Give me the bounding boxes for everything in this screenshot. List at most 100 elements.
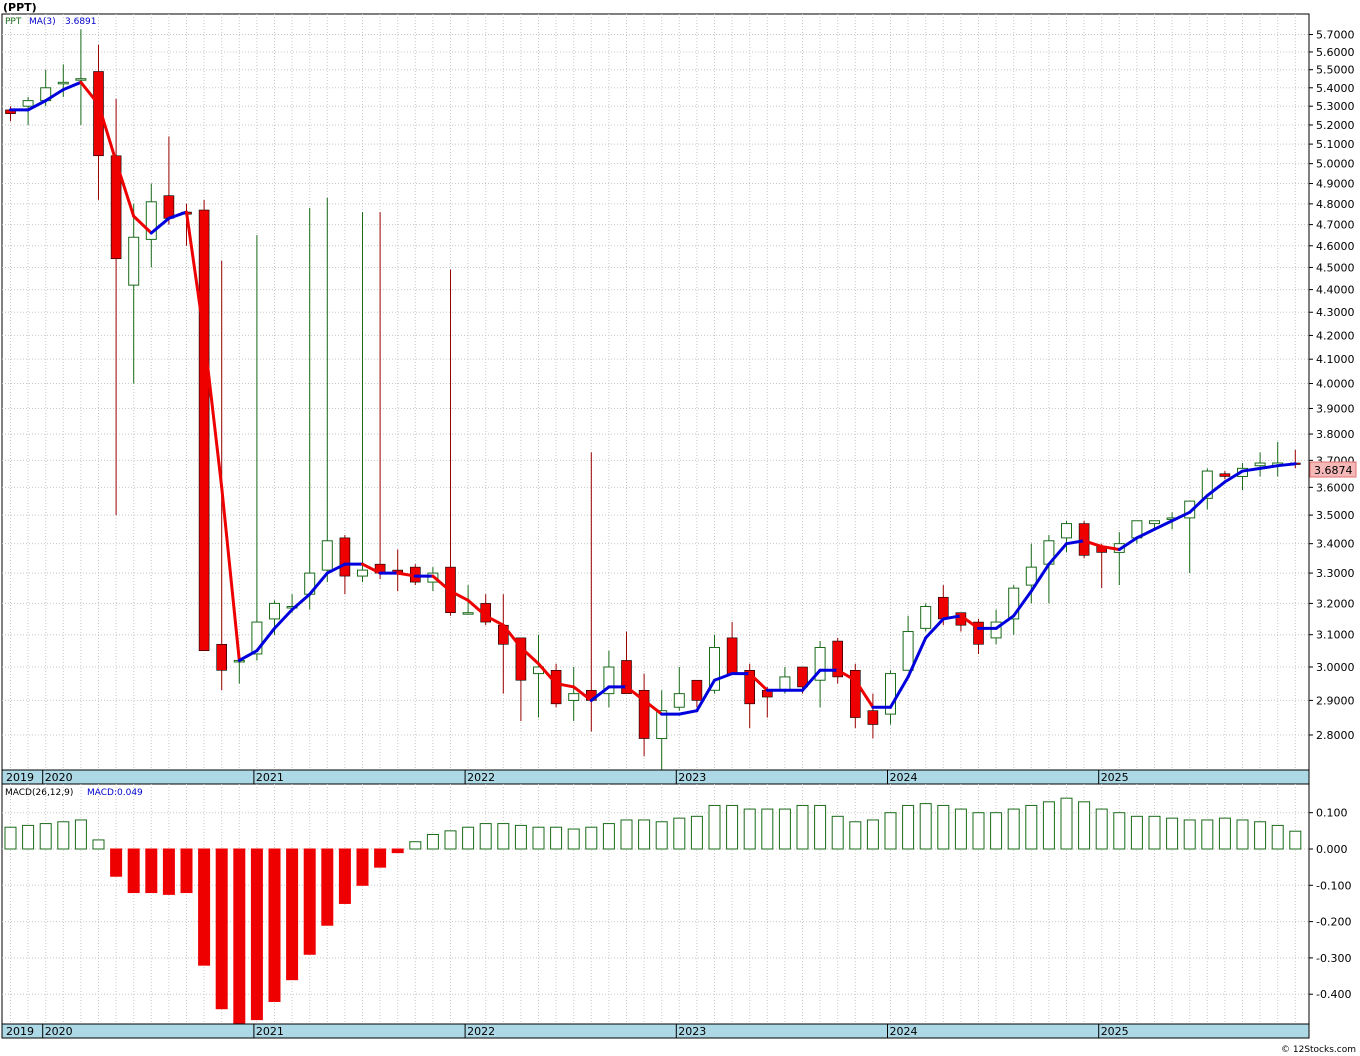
price-tick-label: 3.8000 (1316, 428, 1355, 441)
macd-tick-label: 0.100 (1316, 807, 1348, 820)
year-label: 2019 (6, 771, 34, 784)
macd-bar (268, 848, 281, 1002)
macd-bar (638, 819, 651, 850)
price-tick-label: 3.4000 (1316, 538, 1355, 551)
candle-body (779, 676, 791, 691)
last-price-label: 3.6874 (1314, 464, 1353, 477)
macd-bar (972, 812, 985, 850)
macd-bar (814, 804, 827, 850)
price-tick-label: 3.5000 (1316, 509, 1355, 522)
candle-body (691, 679, 703, 701)
macd-bar (990, 812, 1003, 850)
macd-bar (1025, 804, 1038, 850)
macd-bar (532, 826, 545, 850)
macd-bar (250, 848, 263, 1021)
macd-bar (796, 804, 809, 850)
macd-panel (1, 783, 1310, 1025)
legend-ma-label: MA(3) (29, 17, 56, 27)
candle-body (163, 195, 175, 219)
macd-bar (92, 839, 105, 850)
macd-legend-label: MACD(26,12,9) (5, 788, 73, 798)
year-label: 2024 (890, 1025, 918, 1038)
macd-bar (462, 826, 475, 850)
macd-bar (655, 821, 668, 850)
macd-tick-label: -0.200 (1316, 916, 1351, 929)
price-tick-label: 4.9000 (1316, 178, 1355, 191)
year-label: 2020 (45, 771, 73, 784)
price-tick-label: 4.5000 (1316, 261, 1355, 274)
macd-bar (550, 826, 563, 850)
candle-body (1149, 520, 1160, 525)
macd-tick-label: -0.400 (1316, 988, 1351, 1001)
price-tick-label: 5.3000 (1316, 100, 1355, 113)
price-tick-label: 3.2000 (1316, 597, 1355, 610)
price-tick-label: 3.6000 (1316, 481, 1355, 494)
candle-body (550, 670, 562, 705)
price-tick-label: 2.8000 (1316, 729, 1355, 742)
year-label: 2020 (45, 1025, 73, 1038)
macd-bar (4, 826, 17, 850)
macd-bar (1201, 819, 1214, 850)
price-legend: PPT MA(3) 3.6891 (5, 17, 97, 27)
macd-bar (198, 848, 211, 966)
macd-bar (902, 804, 915, 850)
price-tick-label: 4.3000 (1316, 306, 1355, 319)
macd-bar (110, 848, 123, 877)
price-tick-label: 4.8000 (1316, 198, 1355, 211)
macd-bar (1078, 801, 1091, 850)
macd-bar (409, 841, 422, 850)
year-label: 2022 (467, 771, 495, 784)
price-tick-label: 5.1000 (1316, 138, 1355, 151)
last-price-tag: 3.6874 (1309, 461, 1357, 478)
candle-body (1061, 523, 1072, 539)
macd-bar (1166, 817, 1179, 850)
candle-body (902, 631, 914, 671)
macd-bar (831, 815, 844, 850)
macd-tick-label: -0.300 (1316, 952, 1351, 965)
candle-body (57, 81, 69, 85)
macd-bar (39, 823, 52, 850)
macd-bar (1183, 819, 1196, 850)
price-tick-label: 5.5000 (1316, 64, 1355, 77)
year-label: 2025 (1101, 1025, 1129, 1038)
year-label: 2023 (678, 1025, 706, 1038)
price-tick-label: 5.0000 (1316, 158, 1355, 171)
price-tick-label: 4.2000 (1316, 329, 1355, 342)
macd-bar (567, 828, 580, 850)
candle-body (937, 596, 949, 620)
macd-bar (849, 821, 862, 850)
macd-bar (602, 823, 615, 850)
macd-bar (743, 808, 756, 850)
candle-body (1254, 462, 1266, 467)
macd-bar (391, 848, 404, 854)
candle-body (673, 693, 685, 708)
macd-tick-label: -0.100 (1316, 879, 1351, 892)
year-label: 2022 (467, 1025, 495, 1038)
macd-bar (145, 848, 158, 894)
macd-bar (1060, 797, 1073, 850)
macd-bar (514, 824, 527, 850)
candle-body (269, 602, 280, 620)
legend-ma-value: 3.6891 (65, 17, 97, 27)
candle-body (726, 637, 738, 674)
candle-body (216, 643, 227, 671)
macd-bar (1042, 801, 1055, 850)
macd-bar (444, 830, 457, 850)
macd-bar (286, 848, 299, 981)
macd-bar (937, 804, 950, 850)
price-tick-label: 3.1000 (1316, 629, 1355, 642)
macd-bar (954, 808, 967, 850)
price-tick-label: 4.0000 (1316, 378, 1355, 391)
macd-bar (321, 848, 334, 926)
ma-segment (1276, 462, 1297, 468)
macd-bar (620, 819, 633, 850)
price-tick-label: 5.7000 (1316, 29, 1355, 42)
macd-bar (127, 848, 140, 894)
macd-bar (338, 848, 351, 904)
candle-body (1219, 473, 1231, 477)
macd-bar (585, 826, 598, 850)
price-tick-label: 4.4000 (1316, 284, 1355, 297)
candle-body (198, 209, 210, 652)
candle-body (462, 612, 474, 615)
macd-bar (1254, 821, 1267, 850)
